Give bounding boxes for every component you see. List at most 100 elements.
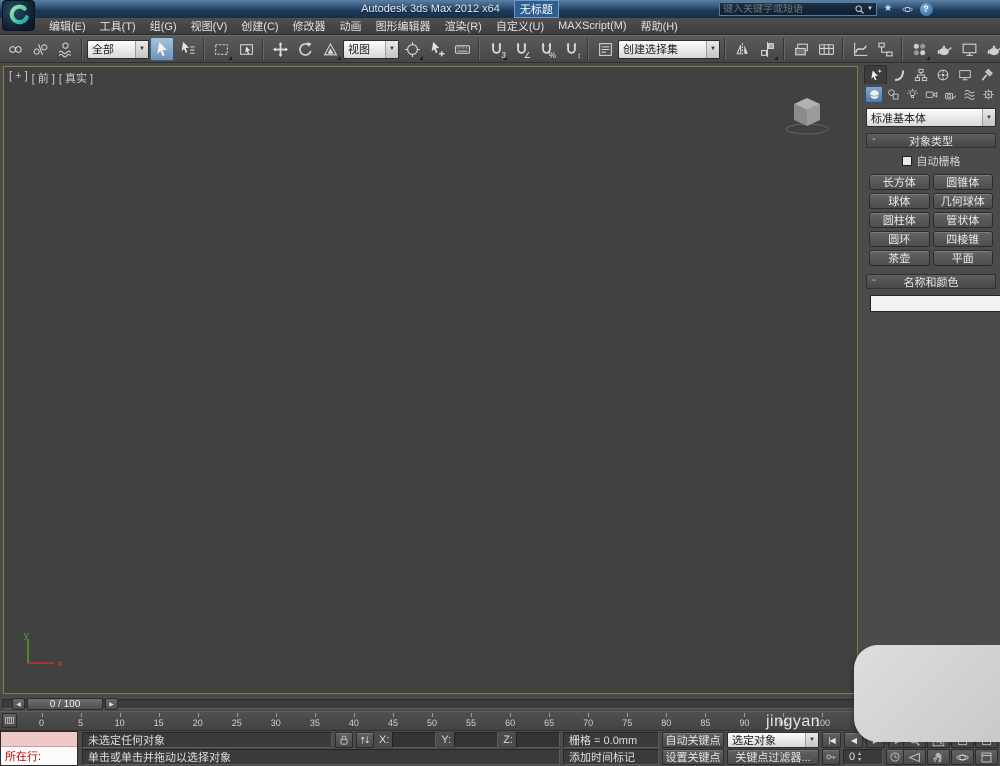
maximize-viewport-toggle-button[interactable] bbox=[975, 749, 998, 765]
chevron-down-icon[interactable]: ▼ bbox=[135, 41, 148, 58]
autogrid-checkbox[interactable] bbox=[902, 156, 912, 166]
object-type-rollout-header[interactable]: - 对象类型 bbox=[866, 133, 996, 148]
time-configuration-button[interactable] bbox=[886, 749, 904, 765]
chevron-down-icon[interactable]: ▼ bbox=[385, 41, 398, 58]
category-systems[interactable] bbox=[979, 86, 997, 103]
menu-item[interactable]: 编辑(E) bbox=[42, 17, 93, 35]
object-type-button[interactable]: 圆环 bbox=[869, 231, 930, 247]
absolute-offset-mode-toggle[interactable] bbox=[356, 732, 374, 748]
viewcube[interactable] bbox=[779, 91, 835, 137]
select-and-move-button[interactable] bbox=[268, 37, 292, 61]
selection-lock-toggle[interactable] bbox=[335, 732, 353, 748]
go-to-start-button[interactable]: |◀ bbox=[822, 732, 841, 748]
graphite-ribbon-toggle-button[interactable] bbox=[814, 37, 838, 61]
object-type-button[interactable]: 长方体 bbox=[869, 174, 930, 190]
menu-item[interactable]: 自定义(U) bbox=[489, 17, 551, 35]
next-frame-arrow[interactable]: ▶ bbox=[105, 698, 118, 710]
object-name-field[interactable] bbox=[870, 295, 1000, 312]
help-icon[interactable]: ? bbox=[918, 2, 934, 16]
menu-item[interactable]: 图形编辑器 bbox=[369, 17, 438, 35]
search-dropdown-icon[interactable]: ▼ bbox=[867, 6, 873, 12]
object-type-button[interactable]: 平面 bbox=[933, 250, 994, 266]
object-type-button[interactable]: 圆柱体 bbox=[869, 212, 930, 228]
communication-center-icon[interactable] bbox=[899, 2, 915, 16]
category-cameras[interactable] bbox=[922, 86, 940, 103]
chevron-down-icon[interactable]: ▼ bbox=[805, 733, 818, 747]
front-viewport[interactable]: [ + ] [ 前 ] [ 真实 ] x y bbox=[3, 66, 858, 694]
unlink-selection-button[interactable] bbox=[28, 37, 52, 61]
reference-coordinate-system-dropdown[interactable]: 视图 ▼ bbox=[343, 40, 399, 59]
viewport-general-menu[interactable]: [ + ] bbox=[9, 70, 28, 86]
percent-snap-toggle-button[interactable]: % bbox=[534, 37, 558, 61]
curve-editor-button[interactable] bbox=[848, 37, 872, 61]
object-type-button[interactable]: 几何球体 bbox=[933, 193, 994, 209]
tab-create[interactable] bbox=[864, 65, 887, 84]
field-of-view-button[interactable] bbox=[903, 749, 926, 765]
name-color-rollout-header[interactable]: - 名称和颜色 bbox=[866, 274, 996, 289]
menu-item[interactable]: 创建(C) bbox=[234, 17, 285, 35]
use-pivot-point-center-button[interactable] bbox=[400, 37, 424, 61]
bind-to-space-warp-button[interactable] bbox=[53, 37, 77, 61]
orbit-button[interactable] bbox=[951, 749, 974, 765]
menu-item[interactable]: 动画 bbox=[333, 17, 369, 35]
select-and-scale-button[interactable] bbox=[318, 37, 342, 61]
infocenter-search[interactable]: ▼ bbox=[719, 2, 877, 16]
keyboard-shortcut-override-button[interactable] bbox=[450, 37, 474, 61]
tab-modify[interactable] bbox=[888, 65, 909, 84]
align-button[interactable] bbox=[755, 37, 779, 61]
window-crossing-toggle-button[interactable] bbox=[234, 37, 258, 61]
mirror-button[interactable] bbox=[730, 37, 754, 61]
previous-frame-arrow[interactable]: ◀ bbox=[12, 698, 25, 710]
favorites-star-icon[interactable]: ★ bbox=[880, 2, 896, 16]
application-menu-button[interactable] bbox=[2, 0, 35, 31]
time-slider-handle[interactable]: 0 / 100 bbox=[27, 698, 103, 710]
selection-filter-dropdown[interactable]: 全部 ▼ bbox=[87, 40, 149, 59]
menu-item[interactable]: 渲染(R) bbox=[438, 17, 489, 35]
search-input[interactable] bbox=[723, 4, 851, 15]
tab-utilities[interactable] bbox=[977, 65, 998, 84]
material-editor-button[interactable] bbox=[907, 37, 931, 61]
select-and-rotate-button[interactable] bbox=[293, 37, 317, 61]
tab-hierarchy[interactable] bbox=[910, 65, 931, 84]
schematic-view-button[interactable] bbox=[873, 37, 897, 61]
category-space-warps[interactable] bbox=[960, 86, 978, 103]
menu-item[interactable]: 组(G) bbox=[143, 17, 184, 35]
coord-y-input[interactable] bbox=[454, 732, 498, 748]
open-mini-curve-editor-button[interactable] bbox=[2, 713, 17, 728]
tab-display[interactable] bbox=[955, 65, 976, 84]
add-time-tag-field[interactable]: 添加时间标记 bbox=[563, 749, 659, 765]
selection-set-dropdown[interactable]: 选定对象 ▼ bbox=[727, 732, 819, 748]
object-type-button[interactable]: 茶壶 bbox=[869, 250, 930, 266]
menu-item[interactable]: MAXScript(M) bbox=[551, 19, 633, 33]
key-mode-toggle-button[interactable] bbox=[822, 749, 840, 765]
object-type-button[interactable]: 四棱锥 bbox=[933, 231, 994, 247]
macro-recorder-row[interactable] bbox=[1, 732, 77, 747]
coord-x-input[interactable] bbox=[392, 732, 436, 748]
select-and-manipulate-button[interactable] bbox=[425, 37, 449, 61]
named-selection-sets-dropdown[interactable]: 创建选择集 ▼ bbox=[618, 40, 720, 59]
coord-z-input[interactable] bbox=[516, 732, 560, 748]
listener-row[interactable]: 所在行: bbox=[1, 747, 77, 764]
chevron-down-icon[interactable]: ▼ bbox=[982, 109, 995, 126]
viewport-pov-menu[interactable]: [ 前 ] bbox=[32, 70, 55, 86]
pan-view-button[interactable] bbox=[927, 749, 950, 765]
menu-item[interactable]: 视图(V) bbox=[184, 17, 235, 35]
select-and-link-button[interactable] bbox=[3, 37, 27, 61]
category-shapes[interactable] bbox=[884, 86, 902, 103]
auto-key-button[interactable]: 自动关键点 bbox=[662, 732, 724, 748]
object-type-button[interactable]: 球体 bbox=[869, 193, 930, 209]
snaps-toggle-3d-button[interactable]: 3 bbox=[484, 37, 508, 61]
chevron-down-icon[interactable]: ▼ bbox=[706, 41, 719, 58]
render-production-button[interactable] bbox=[982, 37, 1000, 61]
menu-item[interactable]: 修改器 bbox=[286, 17, 333, 35]
object-type-button[interactable]: 圆锥体 bbox=[933, 174, 994, 190]
render-setup-button[interactable] bbox=[932, 37, 956, 61]
category-geometry[interactable] bbox=[865, 86, 883, 103]
category-helpers[interactable] bbox=[941, 86, 959, 103]
layer-manager-button[interactable] bbox=[789, 37, 813, 61]
frame-spinner[interactable]: ▲ ▼ bbox=[857, 751, 862, 763]
edit-named-selection-sets-button[interactable] bbox=[593, 37, 617, 61]
viewport-shading-menu[interactable]: [ 真实 ] bbox=[59, 70, 93, 86]
angle-snap-toggle-button[interactable]: ∠ bbox=[509, 37, 533, 61]
select-object-button[interactable] bbox=[150, 37, 174, 61]
